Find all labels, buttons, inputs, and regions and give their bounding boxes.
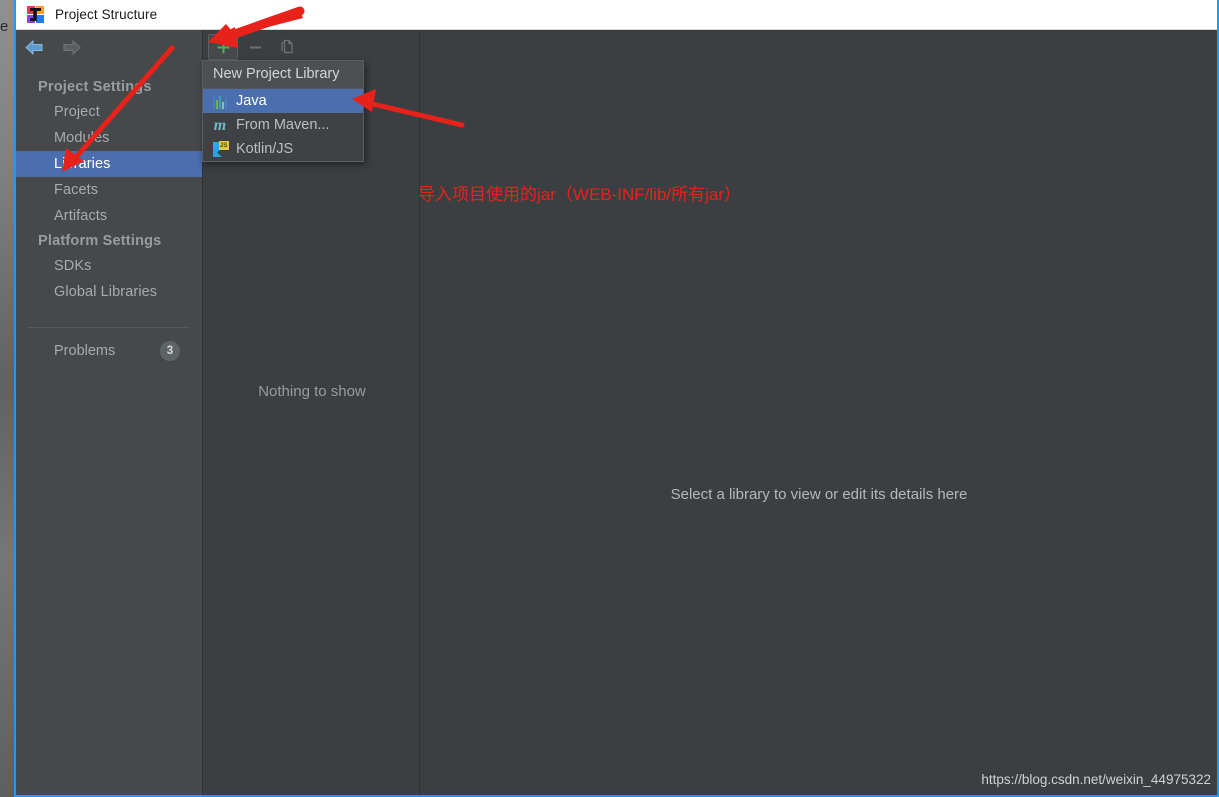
sidebar-item-artifacts[interactable]: Artifacts: [16, 203, 202, 229]
sidebar-item-facets[interactable]: Facets: [16, 177, 202, 203]
project-structure-window: Project Structure Project Settings Proje…: [14, 0, 1219, 797]
empty-list-message: Nothing to show: [258, 383, 366, 400]
new-project-library-menu: New Project Library Java m From Maven...…: [202, 60, 364, 162]
library-detail-panel: Select a library to view or edit its det…: [421, 30, 1217, 795]
sidebar-group-platform-settings: Platform Settings: [38, 233, 162, 249]
detail-placeholder-message: Select a library to view or edit its det…: [670, 486, 968, 503]
watermark-text: https://blog.csdn.net/weixin_44975322: [981, 772, 1211, 787]
sidebar-item-libraries[interactable]: Libraries: [16, 151, 202, 177]
sidebar-item-project[interactable]: Project: [16, 99, 202, 125]
page-title: Project Structure: [55, 7, 158, 22]
menu-item-label: Kotlin/JS: [236, 141, 294, 157]
menu-item-kotlin-js[interactable]: JS Kotlin/JS: [203, 137, 363, 161]
problems-count-badge: 3: [160, 341, 180, 361]
sidebar-group-project-settings: Project Settings: [38, 79, 152, 95]
sidebar-item-problems[interactable]: Problems 3: [16, 328, 202, 361]
sidebar-item-sdks[interactable]: SDKs: [16, 253, 202, 279]
maven-m-icon: m: [213, 117, 227, 134]
menu-item-java[interactable]: Java: [203, 89, 363, 113]
navigation-buttons: [16, 30, 202, 64]
settings-sidebar: Project Settings Project Modules Librari…: [16, 30, 203, 795]
menu-item-from-maven[interactable]: m From Maven...: [203, 113, 363, 137]
window-title-bar: Project Structure: [16, 0, 1217, 30]
add-library-button[interactable]: [208, 34, 238, 60]
settings-tree: Project Settings Project Modules Librari…: [16, 64, 202, 361]
kotlin-js-icon: JS: [212, 141, 229, 157]
arrow-right-icon: [61, 39, 82, 56]
java-bars-icon: [212, 93, 228, 109]
annotation-note: 导入项目使用的jar（WEB-INF/lib/所有jar）: [418, 185, 742, 204]
intellij-idea-icon: [27, 6, 44, 23]
arrow-left-icon[interactable]: [24, 39, 45, 56]
menu-item-label: Java: [236, 93, 267, 109]
desktop-edge-character: e: [0, 18, 9, 35]
window-body: Project Settings Project Modules Librari…: [16, 30, 1217, 795]
sidebar-item-global-libraries[interactable]: Global Libraries: [16, 279, 202, 305]
popup-menu-header: New Project Library: [203, 61, 363, 89]
remove-library-button: [240, 34, 270, 60]
copy-library-button: [272, 34, 302, 60]
libraries-toolbar: [204, 30, 419, 64]
sidebar-item-modules[interactable]: Modules: [16, 125, 202, 151]
problems-label: Problems: [54, 343, 116, 359]
menu-item-label: From Maven...: [236, 117, 330, 133]
